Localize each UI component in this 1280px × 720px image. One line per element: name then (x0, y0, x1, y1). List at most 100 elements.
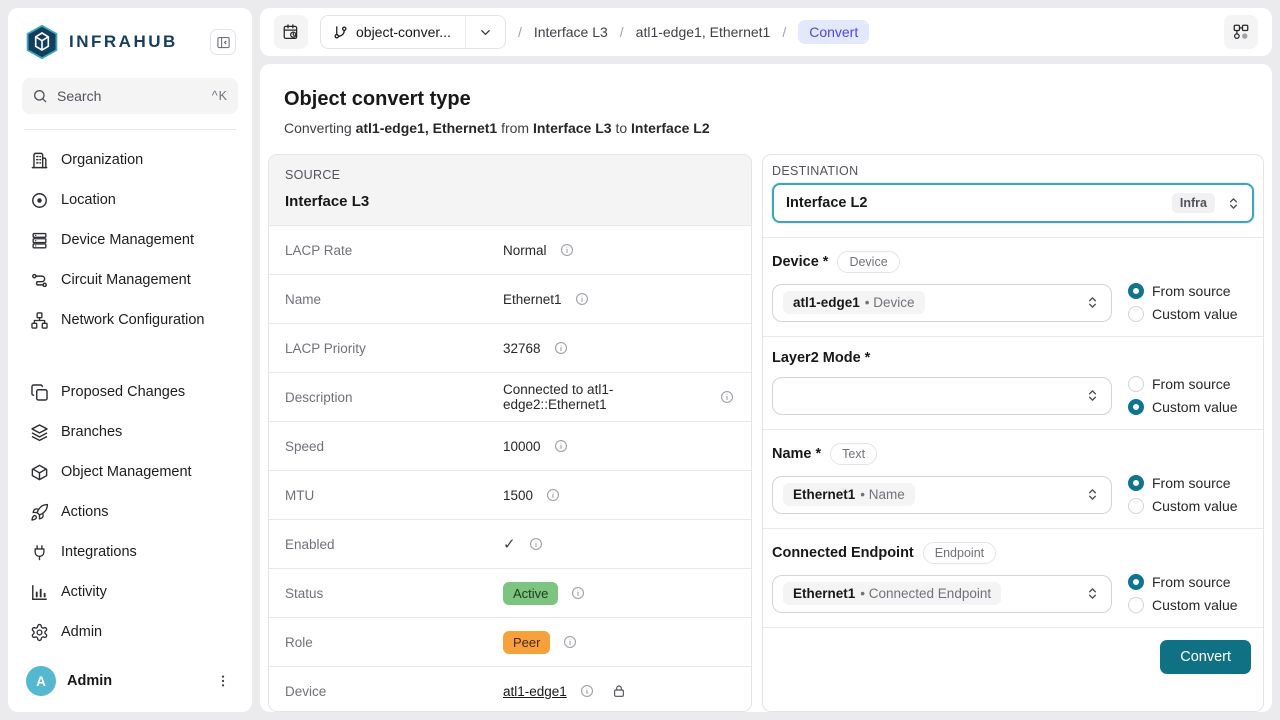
server-icon (30, 231, 49, 250)
sidebar-item-label: Branches (61, 424, 122, 440)
search-field[interactable] (57, 88, 203, 104)
source-row-lacp-rate: LACP Rate Normal (269, 225, 751, 274)
plug-icon (30, 543, 49, 562)
field-layer2-mode: Layer2 Mode * From source Custom value (772, 337, 1254, 415)
sidebar-item-integrations[interactable]: Integrations (22, 532, 238, 572)
from-source-radio[interactable]: From source (1128, 574, 1254, 590)
info-icon[interactable] (562, 634, 578, 650)
sidebar-item-device-management[interactable]: Device Management (22, 220, 238, 260)
info-icon[interactable] (553, 340, 569, 356)
from-source-radio[interactable]: From source (1128, 283, 1254, 299)
circle-dot-icon (30, 191, 49, 210)
row-label: Description (285, 390, 503, 405)
sidebar-item-admin[interactable]: Admin (22, 612, 238, 652)
custom-value-radio[interactable]: Custom value (1128, 597, 1254, 613)
custom-value-radio[interactable]: Custom value (1128, 306, 1254, 322)
info-icon[interactable] (545, 487, 561, 503)
destination-type-select[interactable]: Interface L2 Infra (772, 183, 1254, 223)
row-label: Name (285, 292, 503, 307)
radio-unselected-icon (1128, 306, 1144, 322)
source-row-lacp-priority: LACP Priority 32768 (269, 323, 751, 372)
branch-selector[interactable]: object-conver... (320, 15, 506, 49)
sidebar-item-label: Integrations (61, 544, 137, 560)
radio-selected-icon (1128, 283, 1144, 299)
top-bar: object-conver... / Interface L3 / atl1-e… (260, 8, 1272, 56)
convert-page: Object convert type Converting atl1-edge… (260, 64, 1272, 712)
value-mode-radios: From source Custom value (1128, 475, 1254, 514)
sidebar-collapse-button[interactable] (210, 29, 236, 55)
device-link[interactable]: atl1-edge1 (503, 684, 567, 699)
sidebar-item-label: Actions (61, 504, 109, 520)
field-label: Layer2 Mode * (772, 350, 870, 366)
chevron-down-icon[interactable] (465, 16, 505, 48)
sidebar-item-branches[interactable]: Branches (22, 412, 238, 452)
name-value-select[interactable]: Ethernet1• Name (772, 476, 1112, 514)
layers-icon (30, 423, 49, 442)
info-icon[interactable] (579, 683, 595, 699)
connected-endpoint-select[interactable]: Ethernet1• Connected Endpoint (772, 575, 1112, 613)
sidebar-item-activity[interactable]: Activity (22, 572, 238, 612)
sidebar-item-label: Organization (61, 152, 143, 168)
info-icon[interactable] (553, 438, 569, 454)
layer2-mode-select[interactable] (772, 377, 1112, 415)
user-menu[interactable]: A Admin (22, 660, 238, 700)
lock-icon (611, 683, 627, 699)
source-label: SOURCE (285, 168, 735, 182)
sidebar-item-actions[interactable]: Actions (22, 492, 238, 532)
page-subtitle: Converting atl1-edge1, Ethernet1 from In… (284, 120, 1248, 136)
search-icon (32, 88, 48, 104)
check-icon: ✓ (503, 535, 516, 553)
custom-value-radio[interactable]: Custom value (1128, 399, 1254, 415)
convert-button[interactable]: Convert (1160, 640, 1251, 674)
breadcrumb: / Interface L3 / atl1-edge1, Ethernet1 /… (518, 20, 1212, 44)
info-icon[interactable] (719, 389, 735, 405)
custom-value-radio[interactable]: Custom value (1128, 498, 1254, 514)
source-row-name: Name Ethernet1 (269, 274, 751, 323)
sidebar-item-label: Network Configuration (61, 312, 204, 328)
sidebar-item-label: Proposed Changes (61, 384, 185, 400)
sidebar-nav-secondary: Proposed Changes Branches Object Managem… (22, 372, 238, 652)
breadcrumb-current-convert: Convert (798, 20, 869, 44)
info-icon[interactable] (559, 242, 575, 258)
sidebar-item-location[interactable]: Location (22, 180, 238, 220)
sidebar-item-network-configuration[interactable]: Network Configuration (22, 300, 238, 340)
sidebar-item-label: Activity (61, 584, 107, 600)
infrahub-logo-icon[interactable] (24, 24, 60, 60)
radio-unselected-icon (1128, 376, 1144, 392)
cube-icon (30, 463, 49, 482)
breadcrumb-object[interactable]: atl1-edge1, Ethernet1 (636, 24, 771, 40)
role-badge: Peer (503, 631, 550, 654)
sidebar-item-object-management[interactable]: Object Management (22, 452, 238, 492)
sidebar-item-label: Location (61, 192, 116, 208)
branch-name: object-conver... (356, 24, 451, 40)
from-source-radio[interactable]: From source (1128, 376, 1254, 392)
sidebar-item-organization[interactable]: Organization (22, 140, 238, 180)
row-value: 32768 (503, 341, 541, 356)
sidebar-item-circuit-management[interactable]: Circuit Management (22, 260, 238, 300)
destination-type-value: Interface L2 (786, 195, 1162, 211)
sidebar-item-proposed-changes[interactable]: Proposed Changes (22, 372, 238, 412)
destination-label: DESTINATION (772, 164, 1254, 178)
chevron-up-down-icon (1084, 486, 1101, 503)
selected-value-pill: Ethernet1• Name (783, 483, 915, 506)
sidebar-item-label: Admin (61, 624, 102, 640)
row-label: Role (285, 635, 503, 650)
kebab-menu-icon[interactable] (212, 670, 234, 692)
info-icon[interactable] (570, 585, 586, 601)
radio-selected-icon (1128, 574, 1144, 590)
info-icon[interactable] (574, 291, 590, 307)
search-input[interactable]: ^K (22, 78, 238, 114)
field-label: Connected Endpoint (772, 545, 914, 561)
radio-selected-icon (1128, 475, 1144, 491)
route-icon (30, 271, 49, 290)
info-icon[interactable] (528, 536, 544, 552)
value-mode-radios: From source Custom value (1128, 376, 1254, 415)
schema-button[interactable] (1224, 15, 1258, 49)
row-value: Connected to atl1-edge2::Ethernet1 (503, 382, 707, 412)
chevron-up-down-icon (1084, 294, 1101, 311)
network-icon (30, 311, 49, 330)
from-source-radio[interactable]: From source (1128, 475, 1254, 491)
time-travel-button[interactable] (274, 15, 308, 49)
breadcrumb-interface-l3[interactable]: Interface L3 (534, 24, 608, 40)
device-value-select[interactable]: atl1-edge1• Device (772, 284, 1112, 322)
